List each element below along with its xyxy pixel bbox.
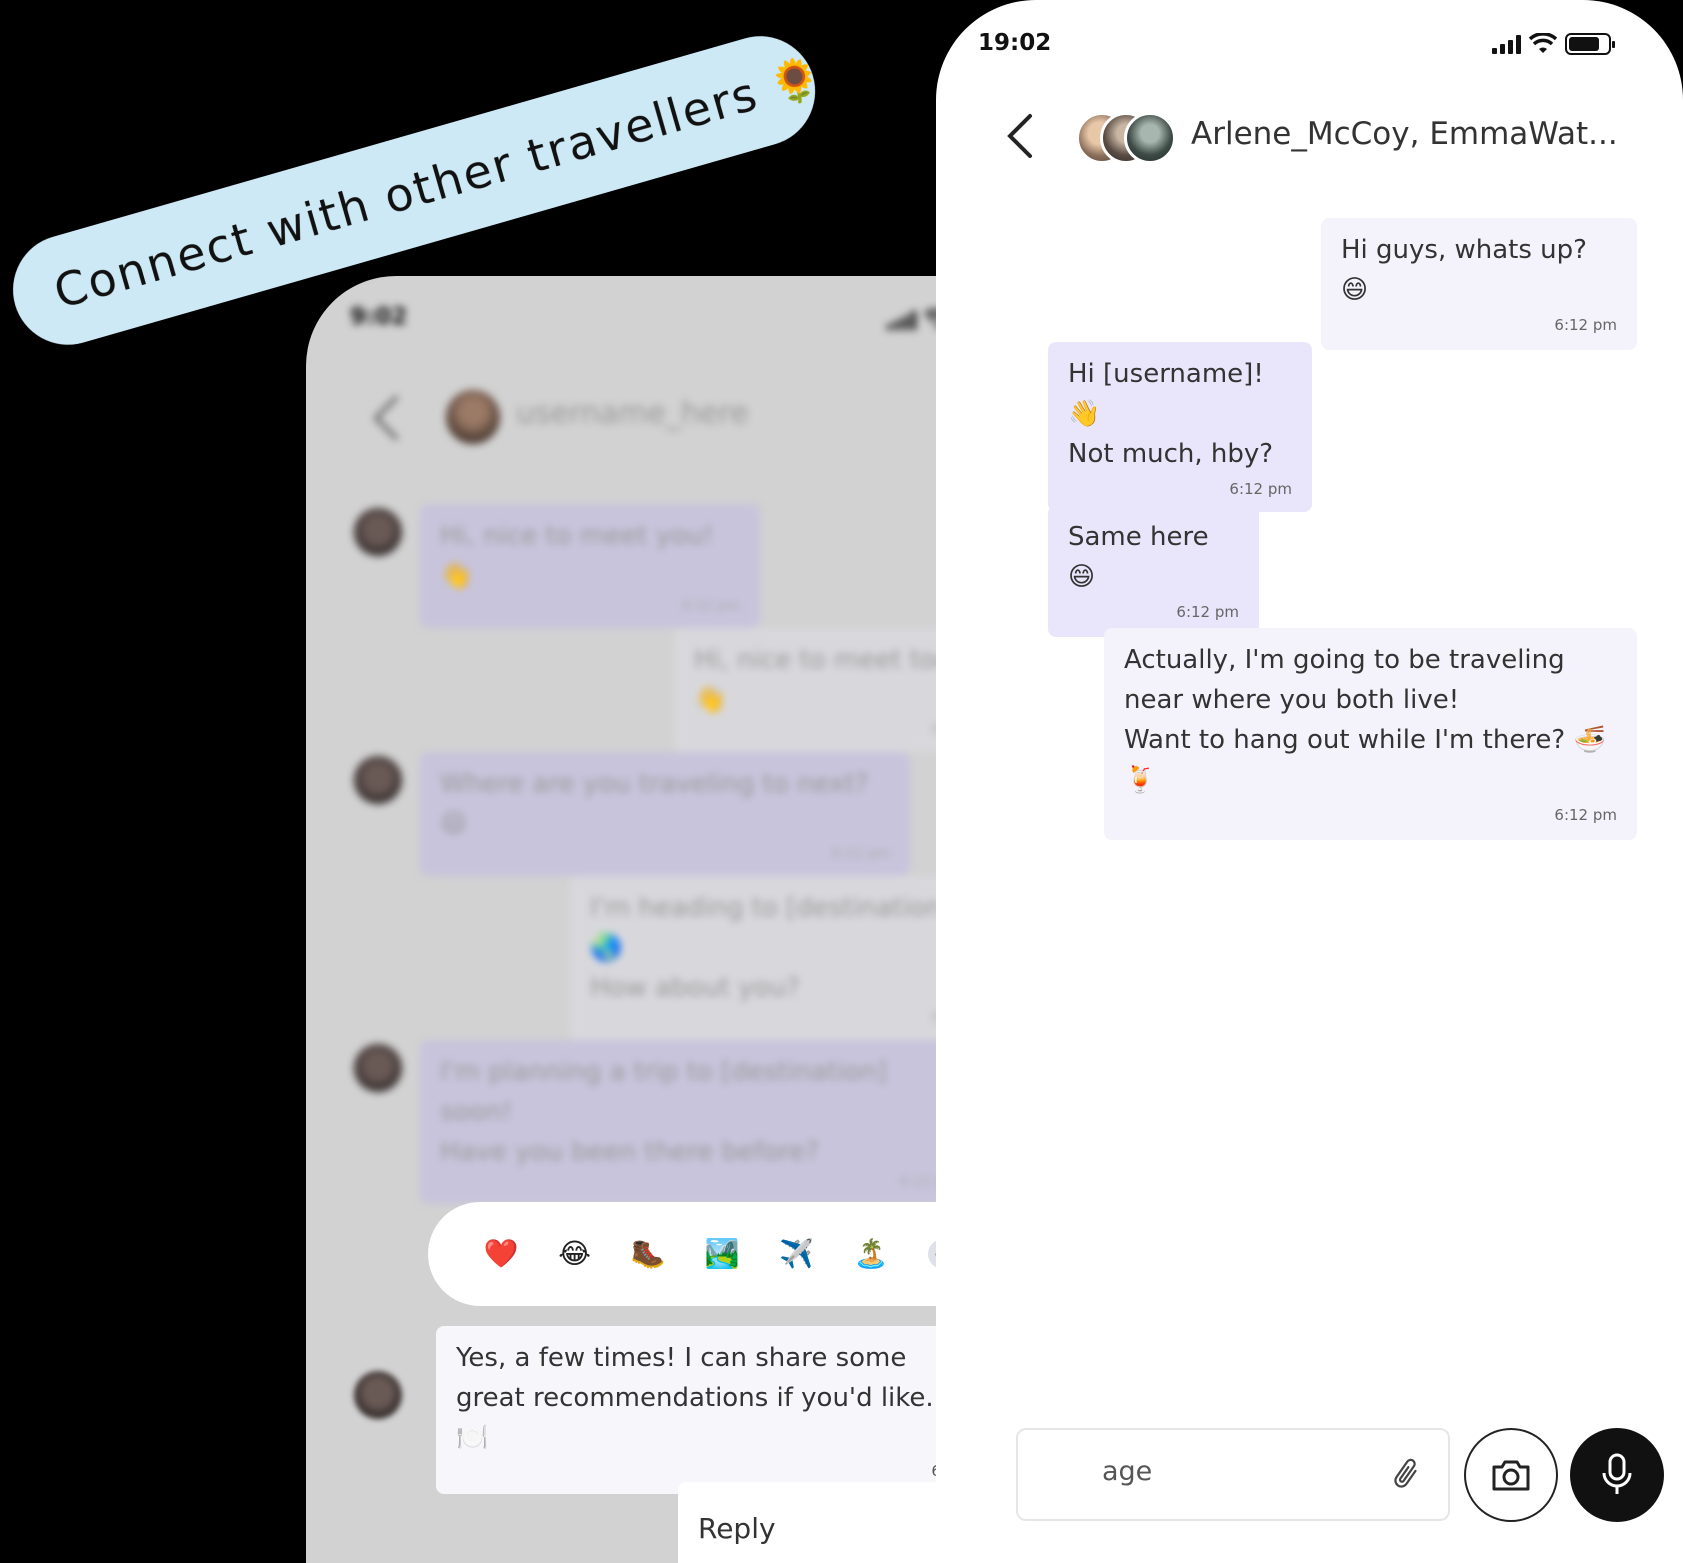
status-time: 19:02 xyxy=(978,30,1052,56)
message-bubble[interactable]: Hi [username]! 👋 Not much, hby? 6:12 pm xyxy=(1048,342,1312,512)
status-icons xyxy=(1492,33,1615,55)
message-text: How about you? xyxy=(590,973,800,1003)
avatar xyxy=(354,508,402,556)
group-avatars xyxy=(1076,112,1176,164)
focused-message-bubble[interactable]: Yes, a few times! I can share some great… xyxy=(436,1326,1014,1494)
message-text: Where are you traveling to next? 😄 xyxy=(440,769,869,839)
wifi-icon xyxy=(1529,33,1557,53)
message-time: 6:12 pm xyxy=(1229,480,1292,498)
front-phone-screen: 19:02 Arlene_McCoy, EmmaWat... Hi guys, … xyxy=(936,0,1683,1563)
message-time: 6:12 pm xyxy=(681,598,740,614)
microphone-icon xyxy=(1602,1453,1632,1494)
reaction-landscape[interactable]: 🏞️ xyxy=(705,1240,740,1268)
reply-label: Reply xyxy=(698,1512,776,1545)
avatar xyxy=(1124,112,1176,164)
reaction-heart[interactable]: ❤️ xyxy=(484,1240,519,1268)
message-text: Hi [username]! 👋 xyxy=(1068,359,1264,429)
message-time: 6:12 pm xyxy=(1554,316,1617,334)
message-time: 6:12 pm xyxy=(1554,806,1617,824)
message-time: 6:12 pm xyxy=(456,1460,994,1482)
microphone-button[interactable] xyxy=(1570,1428,1664,1522)
reaction-island[interactable]: 🏝️ xyxy=(854,1240,889,1268)
message-text: I'm planning a trip to [destination] soo… xyxy=(440,1057,887,1127)
message-bubble[interactable]: Same here 😄 6:12 pm xyxy=(1048,505,1259,637)
avatar xyxy=(354,1371,402,1419)
reaction-boot[interactable]: 🥾 xyxy=(630,1240,665,1268)
message-time: 6:12 pm xyxy=(1176,603,1239,621)
reaction-laugh[interactable]: 😂 xyxy=(558,1240,591,1268)
message-bubble[interactable]: I'm planning a trip to [destination] soo… xyxy=(420,1040,978,1204)
message-time: 6:12 pm xyxy=(590,1008,990,1028)
status-time: 9:02 xyxy=(350,304,408,330)
signal-icon xyxy=(887,310,916,330)
message-text: Not much, hby? xyxy=(1068,439,1274,469)
camera-button[interactable] xyxy=(1464,1428,1558,1522)
message-input-placeholder: age xyxy=(1102,1456,1153,1487)
message-text: Want to hang out while I'm there? 🍜🍹 xyxy=(1124,725,1606,795)
message-bubble[interactable]: Where are you traveling to next? 😄 6:12 … xyxy=(420,752,910,876)
message-text: Yes, a few times! I can share some xyxy=(456,1343,907,1373)
message-text: Actually, I'm going to be traveling xyxy=(1124,645,1565,675)
avatar xyxy=(354,1044,402,1092)
reaction-picker: ❤️ 😂 🥾 🏞️ ✈️ 🏝️ + xyxy=(428,1202,1014,1306)
camera-icon xyxy=(1492,1460,1530,1491)
back-chevron-icon[interactable] xyxy=(1004,112,1034,160)
chat-title: Arlene_McCoy, EmmaWat... xyxy=(1191,116,1618,152)
sunflower-icon: 🌻 xyxy=(763,49,830,112)
message-text: Have you been there before? xyxy=(440,1137,819,1167)
message-bubble[interactable]: Actually, I'm going to be traveling near… xyxy=(1104,628,1637,840)
message-bubble[interactable]: Hi, nice to meet you! 👋 6:12 pm xyxy=(420,504,760,628)
chat-title: username_here xyxy=(516,396,749,431)
reaction-airplane[interactable]: ✈️ xyxy=(779,1240,814,1268)
message-time: 6:12 pm xyxy=(899,1174,958,1190)
battery-icon xyxy=(1565,33,1615,55)
avatar xyxy=(446,390,500,444)
message-bubble[interactable]: Hi guys, whats up? 😄 6:12 pm xyxy=(1321,218,1637,350)
message-text: great recommendations if you'd like. 🏞️🍽… xyxy=(456,1383,975,1453)
back-chevron-icon[interactable] xyxy=(370,394,400,442)
message-time: 6:12 pm xyxy=(831,846,890,862)
paperclip-icon[interactable] xyxy=(1392,1454,1420,1494)
message-text: Hi, nice to meet too! 👋 xyxy=(694,645,963,715)
message-text: Hi guys, whats up? 😄 xyxy=(1341,235,1587,305)
signal-icon xyxy=(1492,34,1521,54)
message-text: I'm heading to [destination]! 🌏 xyxy=(590,893,963,963)
avatar xyxy=(354,756,402,804)
message-input[interactable]: age xyxy=(1016,1428,1450,1521)
message-text: near where you both live! xyxy=(1124,685,1460,715)
message-text: Same here 😄 xyxy=(1068,522,1209,592)
message-text: Hi, nice to meet you! 👋 xyxy=(440,521,714,591)
